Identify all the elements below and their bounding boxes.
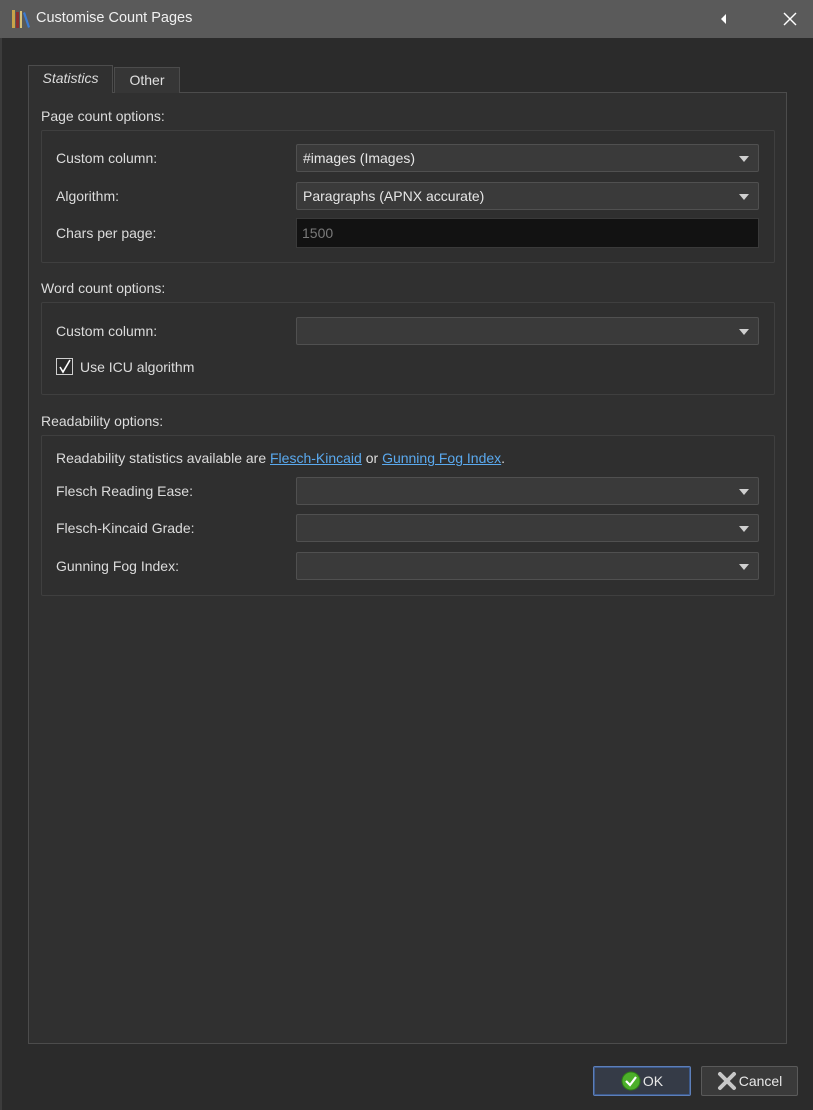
books-icon [11,9,31,29]
chevron-down-icon [739,564,749,570]
ok-button[interactable]: OK [593,1066,691,1096]
chars-per-page-value: 1500 [302,225,334,241]
word-count-group [41,302,775,395]
checkmark-icon [59,359,71,374]
chars-per-page-label: Chars per page: [56,225,157,241]
algorithm-label: Algorithm: [56,188,120,204]
chevron-left-icon [721,14,726,24]
close-button[interactable] [767,0,813,38]
flesch-kincaid-grade-select[interactable] [296,514,759,542]
flesch-kincaid-link[interactable]: Flesch-Kincaid [270,450,362,466]
page-custom-column-select[interactable]: #images (Images) [296,144,759,172]
cancel-button[interactable]: Cancel [701,1066,798,1096]
chevron-down-icon [739,156,749,162]
page-custom-column-value: #images (Images) [303,150,416,166]
title-bar: Customise Count Pages [0,0,813,38]
gunning-fog-index-select[interactable] [296,552,759,580]
chevron-down-icon [739,526,749,532]
close-icon [783,12,797,26]
window-title: Customise Count Pages [36,10,193,26]
readability-intro: Readability statistics available are Fle… [56,450,505,466]
algorithm-value: Paragraphs (APNX accurate) [303,188,485,204]
tab-statistics[interactable]: Statistics [28,65,113,93]
check-circle-icon [621,1071,641,1091]
readability-period: . [501,450,506,466]
flesch-reading-ease-select[interactable] [296,477,759,505]
ok-label: OK [642,1073,664,1089]
icu-algorithm-checkbox[interactable] [56,358,73,375]
cancel-label: Cancel [738,1073,783,1089]
chars-per-page-input[interactable]: 1500 [296,218,759,248]
flesch-kincaid-grade-label: Flesch-Kincaid Grade: [56,520,195,536]
gunning-fog-index-label: Gunning Fog Index: [56,558,179,574]
word-custom-column-select[interactable] [296,317,759,345]
page-count-section-title: Page count options: [41,108,165,124]
tab-other[interactable]: Other [114,67,180,93]
chevron-down-icon [739,489,749,495]
back-button[interactable] [701,0,747,38]
readability-section-title: Readability options: [41,413,164,429]
cross-icon [717,1072,736,1090]
algorithm-select[interactable]: Paragraphs (APNX accurate) [296,182,759,210]
chevron-down-icon [739,194,749,200]
readability-or-text: or [365,450,379,466]
gunning-fog-link[interactable]: Gunning Fog Index [382,450,501,466]
page-custom-column-label: Custom column: [56,150,158,166]
word-count-section-title: Word count options: [41,280,166,296]
flesch-reading-ease-label: Flesch Reading Ease: [56,483,193,499]
icu-algorithm-label[interactable]: Use ICU algorithm [80,359,194,375]
readability-intro-text: Readability statistics available are [56,450,267,466]
chevron-down-icon [739,329,749,335]
word-custom-column-label: Custom column: [56,323,158,339]
